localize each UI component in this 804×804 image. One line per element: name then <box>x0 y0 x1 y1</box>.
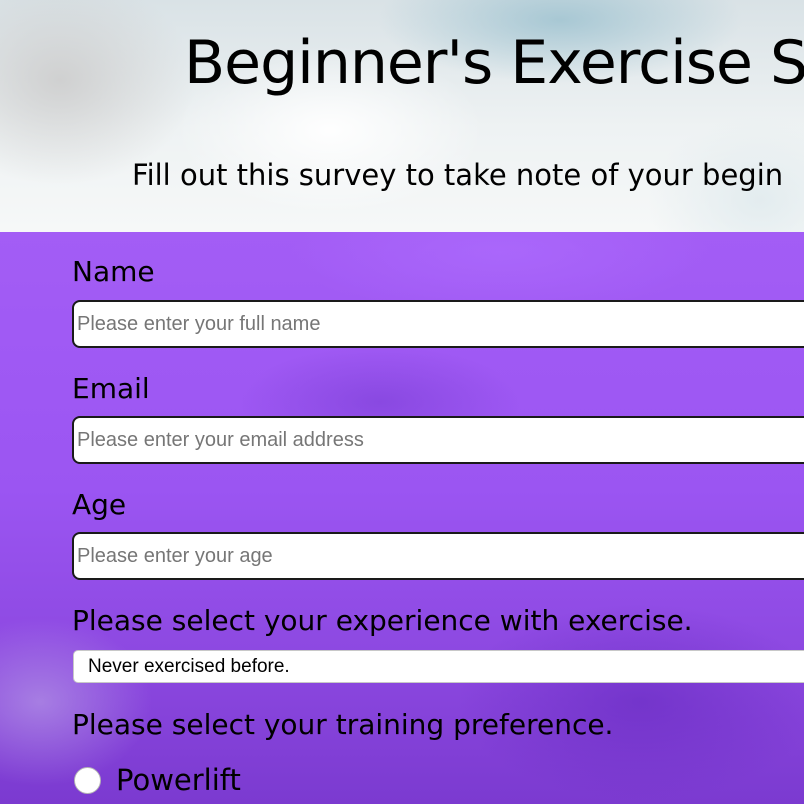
powerlift-radio[interactable] <box>74 766 101 794</box>
email-label: Email <box>72 372 150 405</box>
name-label: Name <box>72 255 155 288</box>
experience-dropdown[interactable]: Never exercised before. <box>73 650 804 683</box>
training-option-powerlift[interactable]: Powerlift <box>74 760 241 800</box>
powerlift-radio-label: Powerlift <box>116 763 241 797</box>
email-input[interactable] <box>72 416 804 464</box>
name-input[interactable] <box>72 300 804 348</box>
survey-form: Name Email Age Please select your experi… <box>0 232 804 804</box>
experience-label: Please select your experience with exerc… <box>72 604 693 637</box>
survey-header: Beginner's Exercise S Fill out this surv… <box>0 0 804 232</box>
age-label: Age <box>72 488 127 521</box>
page-description: Fill out this survey to take note of you… <box>132 158 784 192</box>
survey-page: Beginner's Exercise S Fill out this surv… <box>0 0 804 804</box>
age-input[interactable] <box>72 532 804 580</box>
experience-selected-value: Never exercised before. <box>88 656 290 677</box>
training-label: Please select your training preference. <box>72 708 614 741</box>
page-title: Beginner's Exercise S <box>184 28 804 98</box>
